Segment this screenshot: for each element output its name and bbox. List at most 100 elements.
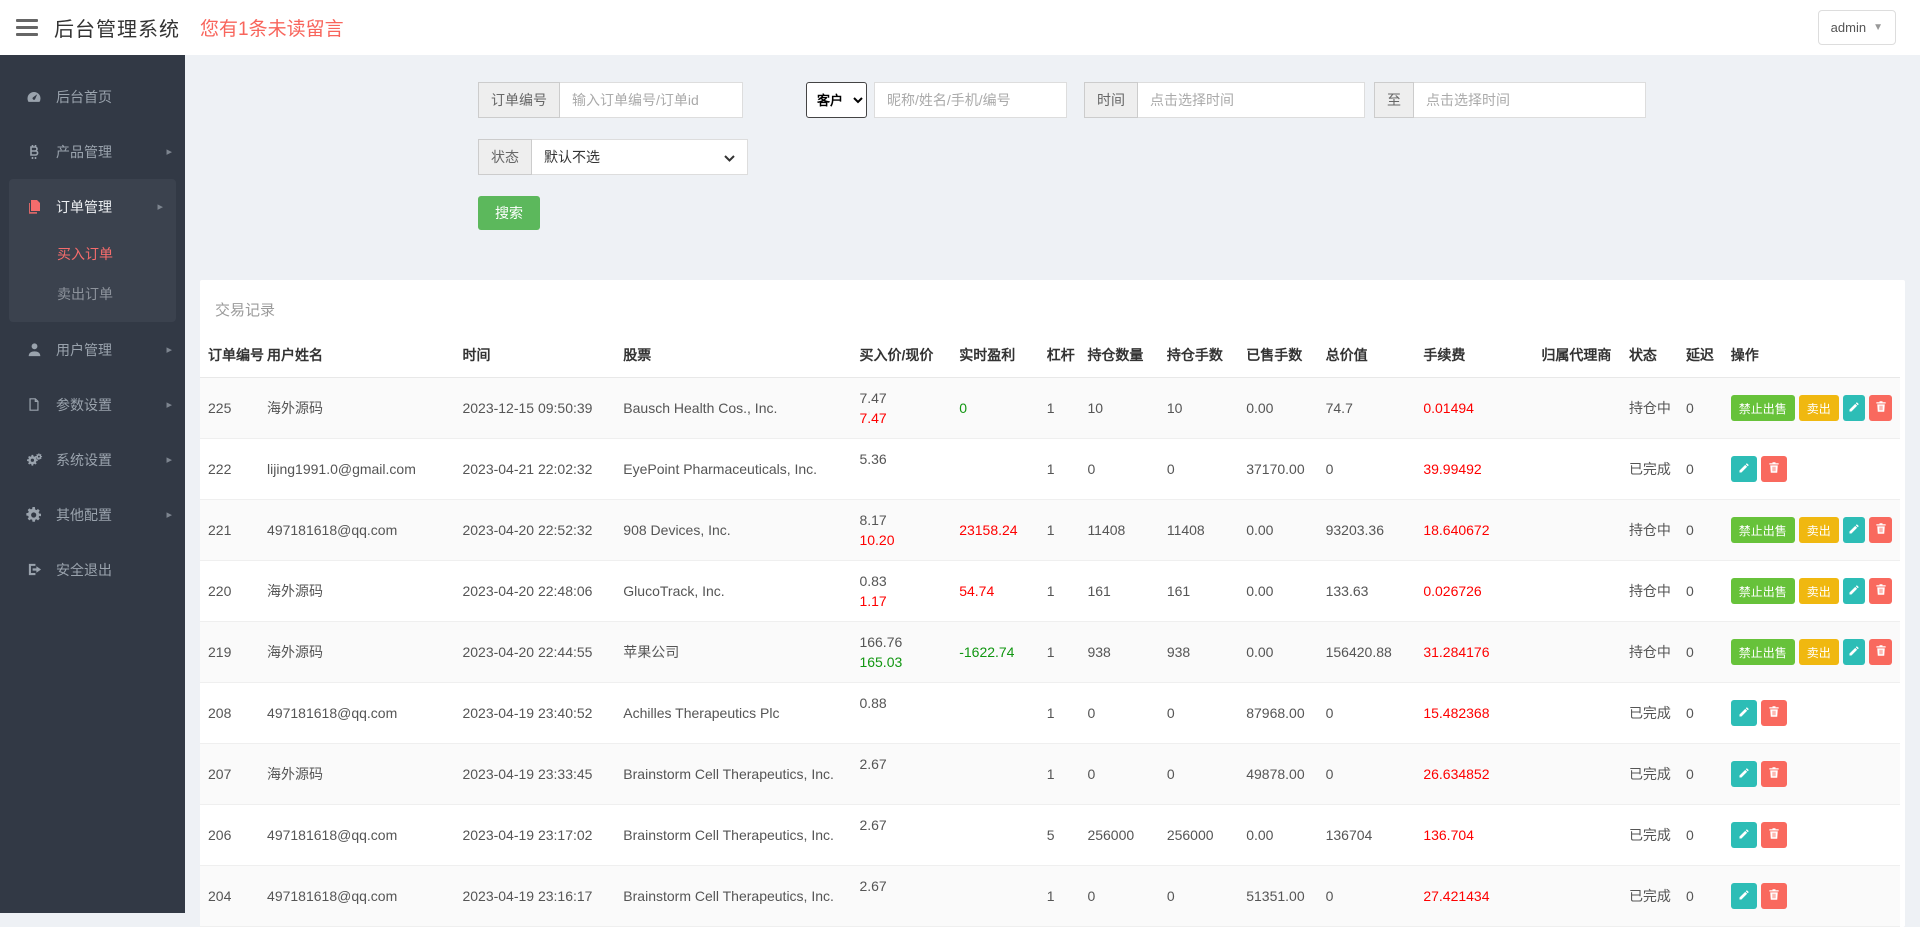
search-button[interactable]: 搜索 bbox=[478, 196, 540, 230]
cell-actions bbox=[1723, 866, 1900, 927]
delete-button[interactable] bbox=[1761, 822, 1787, 848]
cell-actions: 禁止出售卖出 bbox=[1723, 378, 1900, 439]
cell-order-id: 225 bbox=[200, 378, 259, 439]
edit-button[interactable] bbox=[1731, 456, 1757, 482]
delete-button[interactable] bbox=[1869, 639, 1892, 665]
cell-fee: 0.026726 bbox=[1415, 561, 1533, 622]
cell-status: 持仓中 bbox=[1621, 561, 1678, 622]
sell-button[interactable]: 卖出 bbox=[1799, 395, 1839, 421]
delete-button[interactable] bbox=[1869, 395, 1892, 421]
edit-button[interactable] bbox=[1843, 395, 1866, 421]
table-header: 订单编号 用户姓名 时间 股票 买入价/现价 实时盈利 杠杆 持仓数量 持仓手数… bbox=[200, 335, 1900, 378]
transactions-card: 交易记录 订单编号 用户姓名 时间 股票 买入价/现价 实时盈利 杠杆 持仓数量 bbox=[200, 280, 1905, 927]
cell-leverage: 1 bbox=[1039, 378, 1080, 439]
delete-button[interactable] bbox=[1869, 517, 1892, 543]
cell-leverage: 1 bbox=[1039, 439, 1080, 500]
cell-delay: 0 bbox=[1678, 378, 1723, 439]
cell-stock: Brainstorm Cell Therapeutics, Inc. bbox=[615, 866, 851, 927]
card-title: 交易记录 bbox=[200, 280, 1905, 335]
sell-button[interactable]: 卖出 bbox=[1799, 578, 1839, 604]
delete-button[interactable] bbox=[1869, 578, 1892, 604]
sidebar-item-dashboard[interactable]: 后台首页 bbox=[0, 69, 185, 124]
sidebar-subitem-buy-orders[interactable]: 买入订单 bbox=[9, 234, 176, 274]
cell-user: 497181618@qq.com bbox=[259, 866, 454, 927]
cell-order-id: 208 bbox=[200, 683, 259, 744]
delete-button[interactable] bbox=[1761, 456, 1787, 482]
edit-button[interactable] bbox=[1731, 761, 1757, 787]
sidebar-item-system-settings[interactable]: 系统设置 ▸ bbox=[0, 432, 185, 487]
cell-agent bbox=[1533, 683, 1621, 744]
cell-position-lots: 161 bbox=[1159, 561, 1238, 622]
forbid-sell-button[interactable]: 禁止出售 bbox=[1731, 395, 1795, 421]
cell-time: 2023-04-21 22:02:32 bbox=[454, 439, 615, 500]
sidebar-group-orders: 订单管理 ▸ 买入订单 卖出订单 bbox=[9, 179, 176, 322]
cell-position-lots: 0 bbox=[1159, 744, 1238, 805]
sidebar-subitem-sell-orders[interactable]: 卖出订单 bbox=[9, 274, 176, 314]
table-row: 204497181618@qq.com2023-04-19 23:16:17Br… bbox=[200, 866, 1900, 927]
cell-actions: 禁止出售卖出 bbox=[1723, 561, 1900, 622]
edit-button[interactable] bbox=[1843, 578, 1866, 604]
chevron-down-icon bbox=[724, 149, 735, 165]
cell-live-profit bbox=[951, 866, 1039, 927]
cell-delay: 0 bbox=[1678, 500, 1723, 561]
cell-buy-current-price: 2.67 bbox=[851, 866, 951, 927]
col-user: 用户姓名 bbox=[259, 335, 454, 378]
time-from-input[interactable] bbox=[1138, 82, 1365, 118]
col-time: 时间 bbox=[454, 335, 615, 378]
delete-button[interactable] bbox=[1761, 700, 1787, 726]
time-label: 时间 bbox=[1084, 82, 1138, 118]
cell-sold-lots: 37170.00 bbox=[1238, 439, 1317, 500]
trash-icon bbox=[1768, 461, 1780, 477]
edit-button[interactable] bbox=[1731, 822, 1757, 848]
status-group: 状态 默认不选 bbox=[478, 139, 748, 175]
trash-icon bbox=[1768, 827, 1780, 843]
forbid-sell-button[interactable]: 禁止出售 bbox=[1731, 578, 1795, 604]
cell-time: 2023-12-15 09:50:39 bbox=[454, 378, 615, 439]
cell-total-value: 133.63 bbox=[1318, 561, 1416, 622]
delete-button[interactable] bbox=[1761, 761, 1787, 787]
col-fee: 手续费 bbox=[1415, 335, 1533, 378]
cell-sold-lots: 51351.00 bbox=[1238, 866, 1317, 927]
sidebar-item-logout[interactable]: 安全退出 bbox=[0, 542, 185, 597]
sell-button[interactable]: 卖出 bbox=[1799, 639, 1839, 665]
customer-type-select[interactable]: 客户 bbox=[806, 82, 867, 118]
cell-time: 2023-04-20 22:44:55 bbox=[454, 622, 615, 683]
dashboard-icon bbox=[25, 89, 43, 105]
status-select[interactable]: 默认不选 bbox=[532, 139, 748, 175]
document-icon bbox=[25, 397, 43, 413]
hamburger-menu-icon[interactable] bbox=[16, 15, 38, 40]
cell-actions: 禁止出售卖出 bbox=[1723, 622, 1900, 683]
cell-delay: 0 bbox=[1678, 744, 1723, 805]
cell-leverage: 1 bbox=[1039, 683, 1080, 744]
cell-agent bbox=[1533, 561, 1621, 622]
edit-button[interactable] bbox=[1731, 700, 1757, 726]
col-stock: 股票 bbox=[615, 335, 851, 378]
sidebar-item-parameters[interactable]: 参数设置 ▸ bbox=[0, 377, 185, 432]
sidebar-item-products[interactable]: 产品管理 ▸ bbox=[0, 124, 185, 179]
cell-order-id: 206 bbox=[200, 805, 259, 866]
order-no-input[interactable] bbox=[560, 82, 743, 118]
pencil-icon bbox=[1738, 462, 1750, 477]
sell-button[interactable]: 卖出 bbox=[1799, 517, 1839, 543]
delete-button[interactable] bbox=[1761, 883, 1787, 909]
table-row: 219海外源码2023-04-20 22:44:55苹果公司166.76165.… bbox=[200, 622, 1900, 683]
col-status: 状态 bbox=[1621, 335, 1678, 378]
user-dropdown[interactable]: admin ▼ bbox=[1818, 10, 1896, 45]
to-label: 至 bbox=[1374, 82, 1414, 118]
cell-position-qty: 0 bbox=[1079, 683, 1158, 744]
edit-button[interactable] bbox=[1731, 883, 1757, 909]
customer-input[interactable] bbox=[874, 82, 1067, 118]
sidebar-item-users[interactable]: 用户管理 ▸ bbox=[0, 322, 185, 377]
sidebar-item-other-config[interactable]: 其他配置 ▸ bbox=[0, 487, 185, 542]
time-to-input[interactable] bbox=[1414, 82, 1646, 118]
cell-sold-lots: 0.00 bbox=[1238, 561, 1317, 622]
pencil-icon bbox=[1738, 828, 1750, 843]
forbid-sell-button[interactable]: 禁止出售 bbox=[1731, 517, 1795, 543]
sidebar-item-orders[interactable]: 订单管理 ▸ bbox=[9, 179, 176, 234]
cell-agent bbox=[1533, 378, 1621, 439]
unread-message-notice[interactable]: 您有1条未读留言 bbox=[200, 14, 344, 41]
cell-delay: 0 bbox=[1678, 561, 1723, 622]
edit-button[interactable] bbox=[1843, 517, 1866, 543]
edit-button[interactable] bbox=[1843, 639, 1866, 665]
forbid-sell-button[interactable]: 禁止出售 bbox=[1731, 639, 1795, 665]
